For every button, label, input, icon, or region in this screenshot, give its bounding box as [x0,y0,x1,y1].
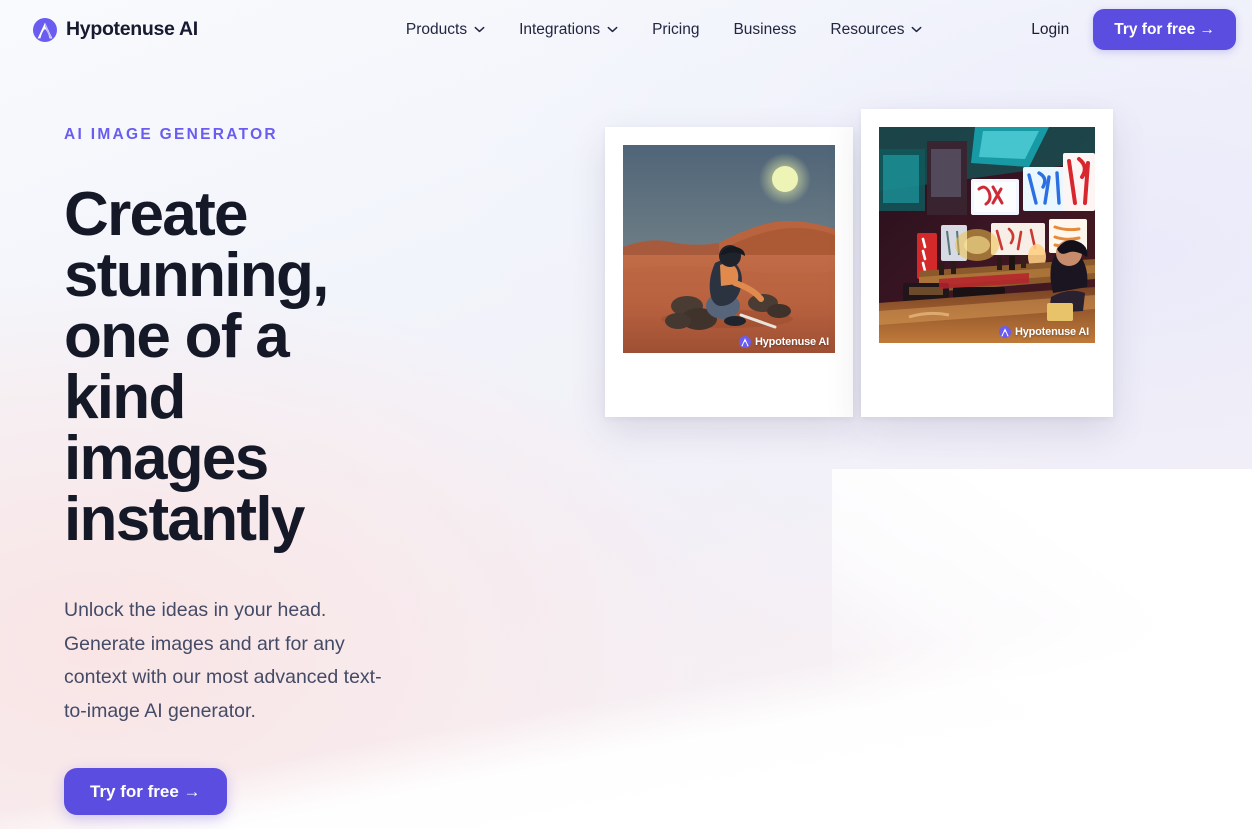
nav-item-label: Pricing [652,20,700,38]
hero-try-for-free-button[interactable]: Try for free → [64,768,227,815]
nav-item-pricing[interactable]: Pricing [635,13,716,47]
section-corner-glow [832,469,1252,829]
neon-bar-illustration [879,127,1095,343]
nav-item-label: Business [733,20,797,38]
login-link[interactable]: Login [1015,12,1085,48]
gallery-card-neon-bar[interactable]: Hypotenuse AI [861,109,1113,417]
chevron-down-icon [912,26,922,33]
chevron-down-icon [474,26,485,33]
site-header: Hypotenuse AI Products Integrations Pric… [0,0,1252,59]
nav-item-integrations[interactable]: Integrations [502,13,635,47]
nav-item-resources[interactable]: Resources [813,13,939,47]
nav-item-business[interactable]: Business [716,13,813,47]
nav-item-label: Products [405,20,468,38]
desert-illustration [623,145,835,353]
header-actions: Login Try for free → [1015,9,1236,50]
hero-content: AI IMAGE GENERATOR Create stunning, one … [64,126,524,815]
header-try-for-free-button[interactable]: Try for free → [1093,9,1236,50]
hero-eyebrow: AI IMAGE GENERATOR [64,126,278,143]
gallery-image-desert: Hypotenuse AI [623,145,835,353]
gallery-card-desert[interactable]: Hypotenuse AI [605,127,853,417]
page-title: Create stunning, one of a kind images in… [64,180,329,554]
gallery-image-neon-bar: Hypotenuse AI [879,127,1095,343]
brand-logo[interactable]: Hypotenuse AI [33,17,198,42]
main-navigation: Products Integrations Pricing Business R… [389,13,940,47]
page-background: Hypotenuse AI Products Integrations Pric… [0,0,1252,829]
nav-item-label: Integrations [519,20,601,38]
brand-name: Hypotenuse AI [66,18,198,40]
nav-item-products[interactable]: Products [389,13,502,47]
nav-item-label: Resources [830,20,905,38]
hypotenuse-logo-icon [33,17,57,42]
chevron-down-icon [607,26,618,33]
hero-subtitle: Unlock the ideas in your head. Generate … [64,599,382,722]
